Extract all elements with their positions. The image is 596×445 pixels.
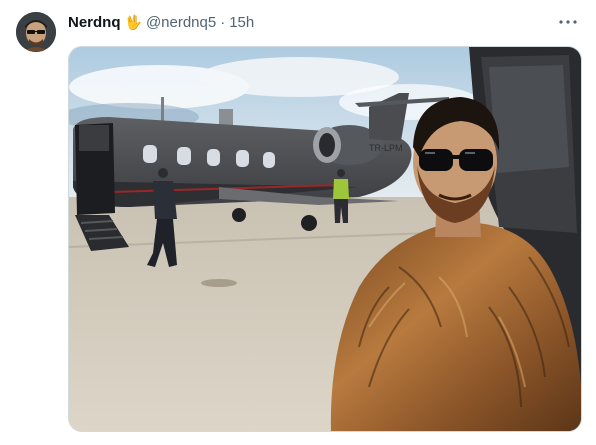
avatar[interactable] xyxy=(16,12,56,52)
post-media-image[interactable]: TR-LPM xyxy=(68,46,582,432)
vulcan-salute-emoji: 🖖 xyxy=(124,14,142,30)
post-timestamp[interactable]: 15h xyxy=(229,14,254,31)
avatar-image xyxy=(16,12,56,52)
plane-registration: TR-LPM xyxy=(369,143,403,153)
user-handle[interactable]: @nerdnq5 xyxy=(146,14,216,31)
display-name[interactable]: Nerdnq xyxy=(68,14,121,31)
post-header: Nerdnq 🖖 @nerdnq5 · 15h xyxy=(68,12,254,32)
meme-photo: TR-LPM xyxy=(69,47,581,431)
separator-dot: · xyxy=(220,13,226,31)
more-options-button[interactable] xyxy=(556,12,580,32)
ellipsis-icon xyxy=(559,20,577,24)
